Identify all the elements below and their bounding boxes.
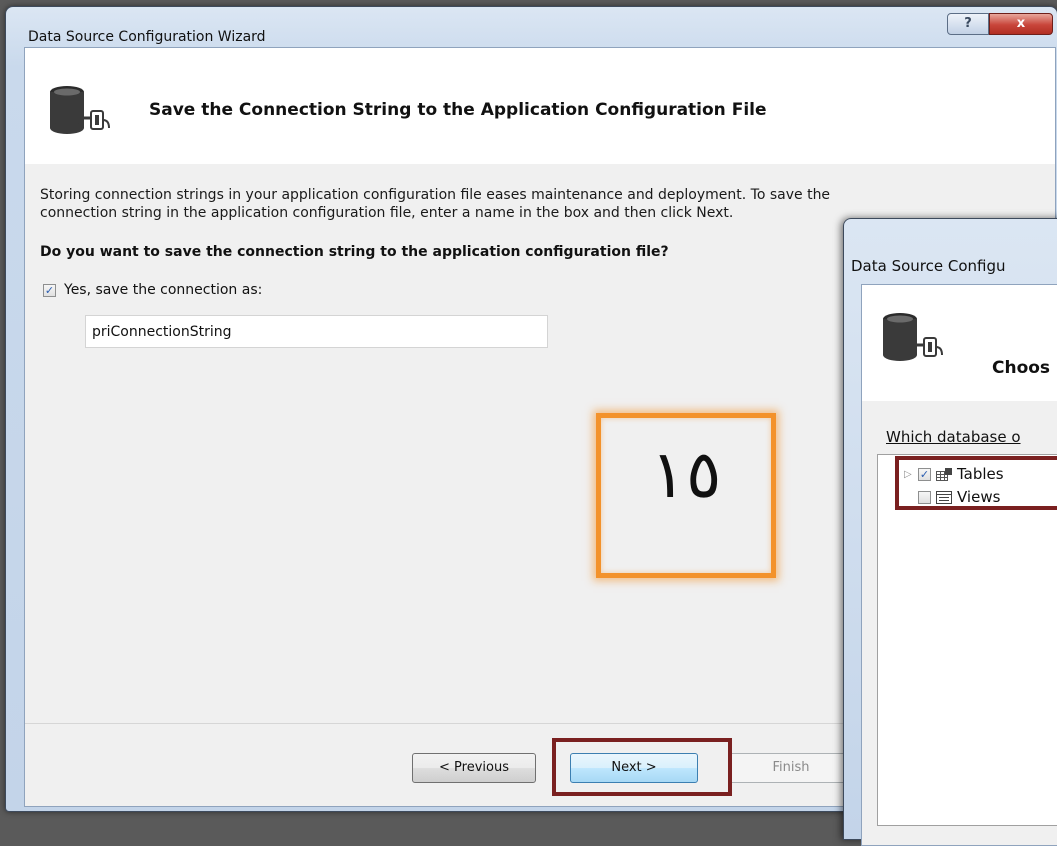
caption-buttons: ? x <box>947 13 1053 35</box>
step-annotation: ١٥ <box>596 413 776 578</box>
page-heading: Save the Connection String to the Applic… <box>149 100 767 120</box>
wizard-header-2: Choos <box>862 285 1057 401</box>
connection-name-input[interactable] <box>85 315 548 348</box>
save-question: Do you want to save the connection strin… <box>40 244 669 260</box>
save-connection-option[interactable]: ✓ Yes, save the connection as: <box>43 282 262 298</box>
finish-button: Finish <box>729 753 853 783</box>
tree-items-highlight <box>895 456 1057 510</box>
previous-button[interactable]: < Previous <box>412 753 536 783</box>
save-connection-checkbox[interactable]: ✓ <box>43 283 56 297</box>
window-title-partial: Data Source Configu <box>851 257 1006 275</box>
window-title: Data Source Configuration Wizard <box>28 29 266 45</box>
wizard-header: Save the Connection String to the Applic… <box>25 48 1055 164</box>
description-line-1: Storing connection strings in your appli… <box>40 187 831 203</box>
help-button[interactable]: ? <box>947 13 989 35</box>
description: Storing connection strings in your appli… <box>40 186 1000 222</box>
database-icon <box>883 313 943 361</box>
close-button[interactable]: x <box>989 13 1053 35</box>
page-heading-partial: Choos <box>992 358 1051 378</box>
database-icon <box>50 86 110 134</box>
step-number: ١٥ <box>650 436 722 513</box>
database-objects-prompt: Which database o <box>886 428 1021 446</box>
save-connection-label: Yes, save the connection as: <box>64 282 263 298</box>
next-button-highlight <box>552 738 732 796</box>
